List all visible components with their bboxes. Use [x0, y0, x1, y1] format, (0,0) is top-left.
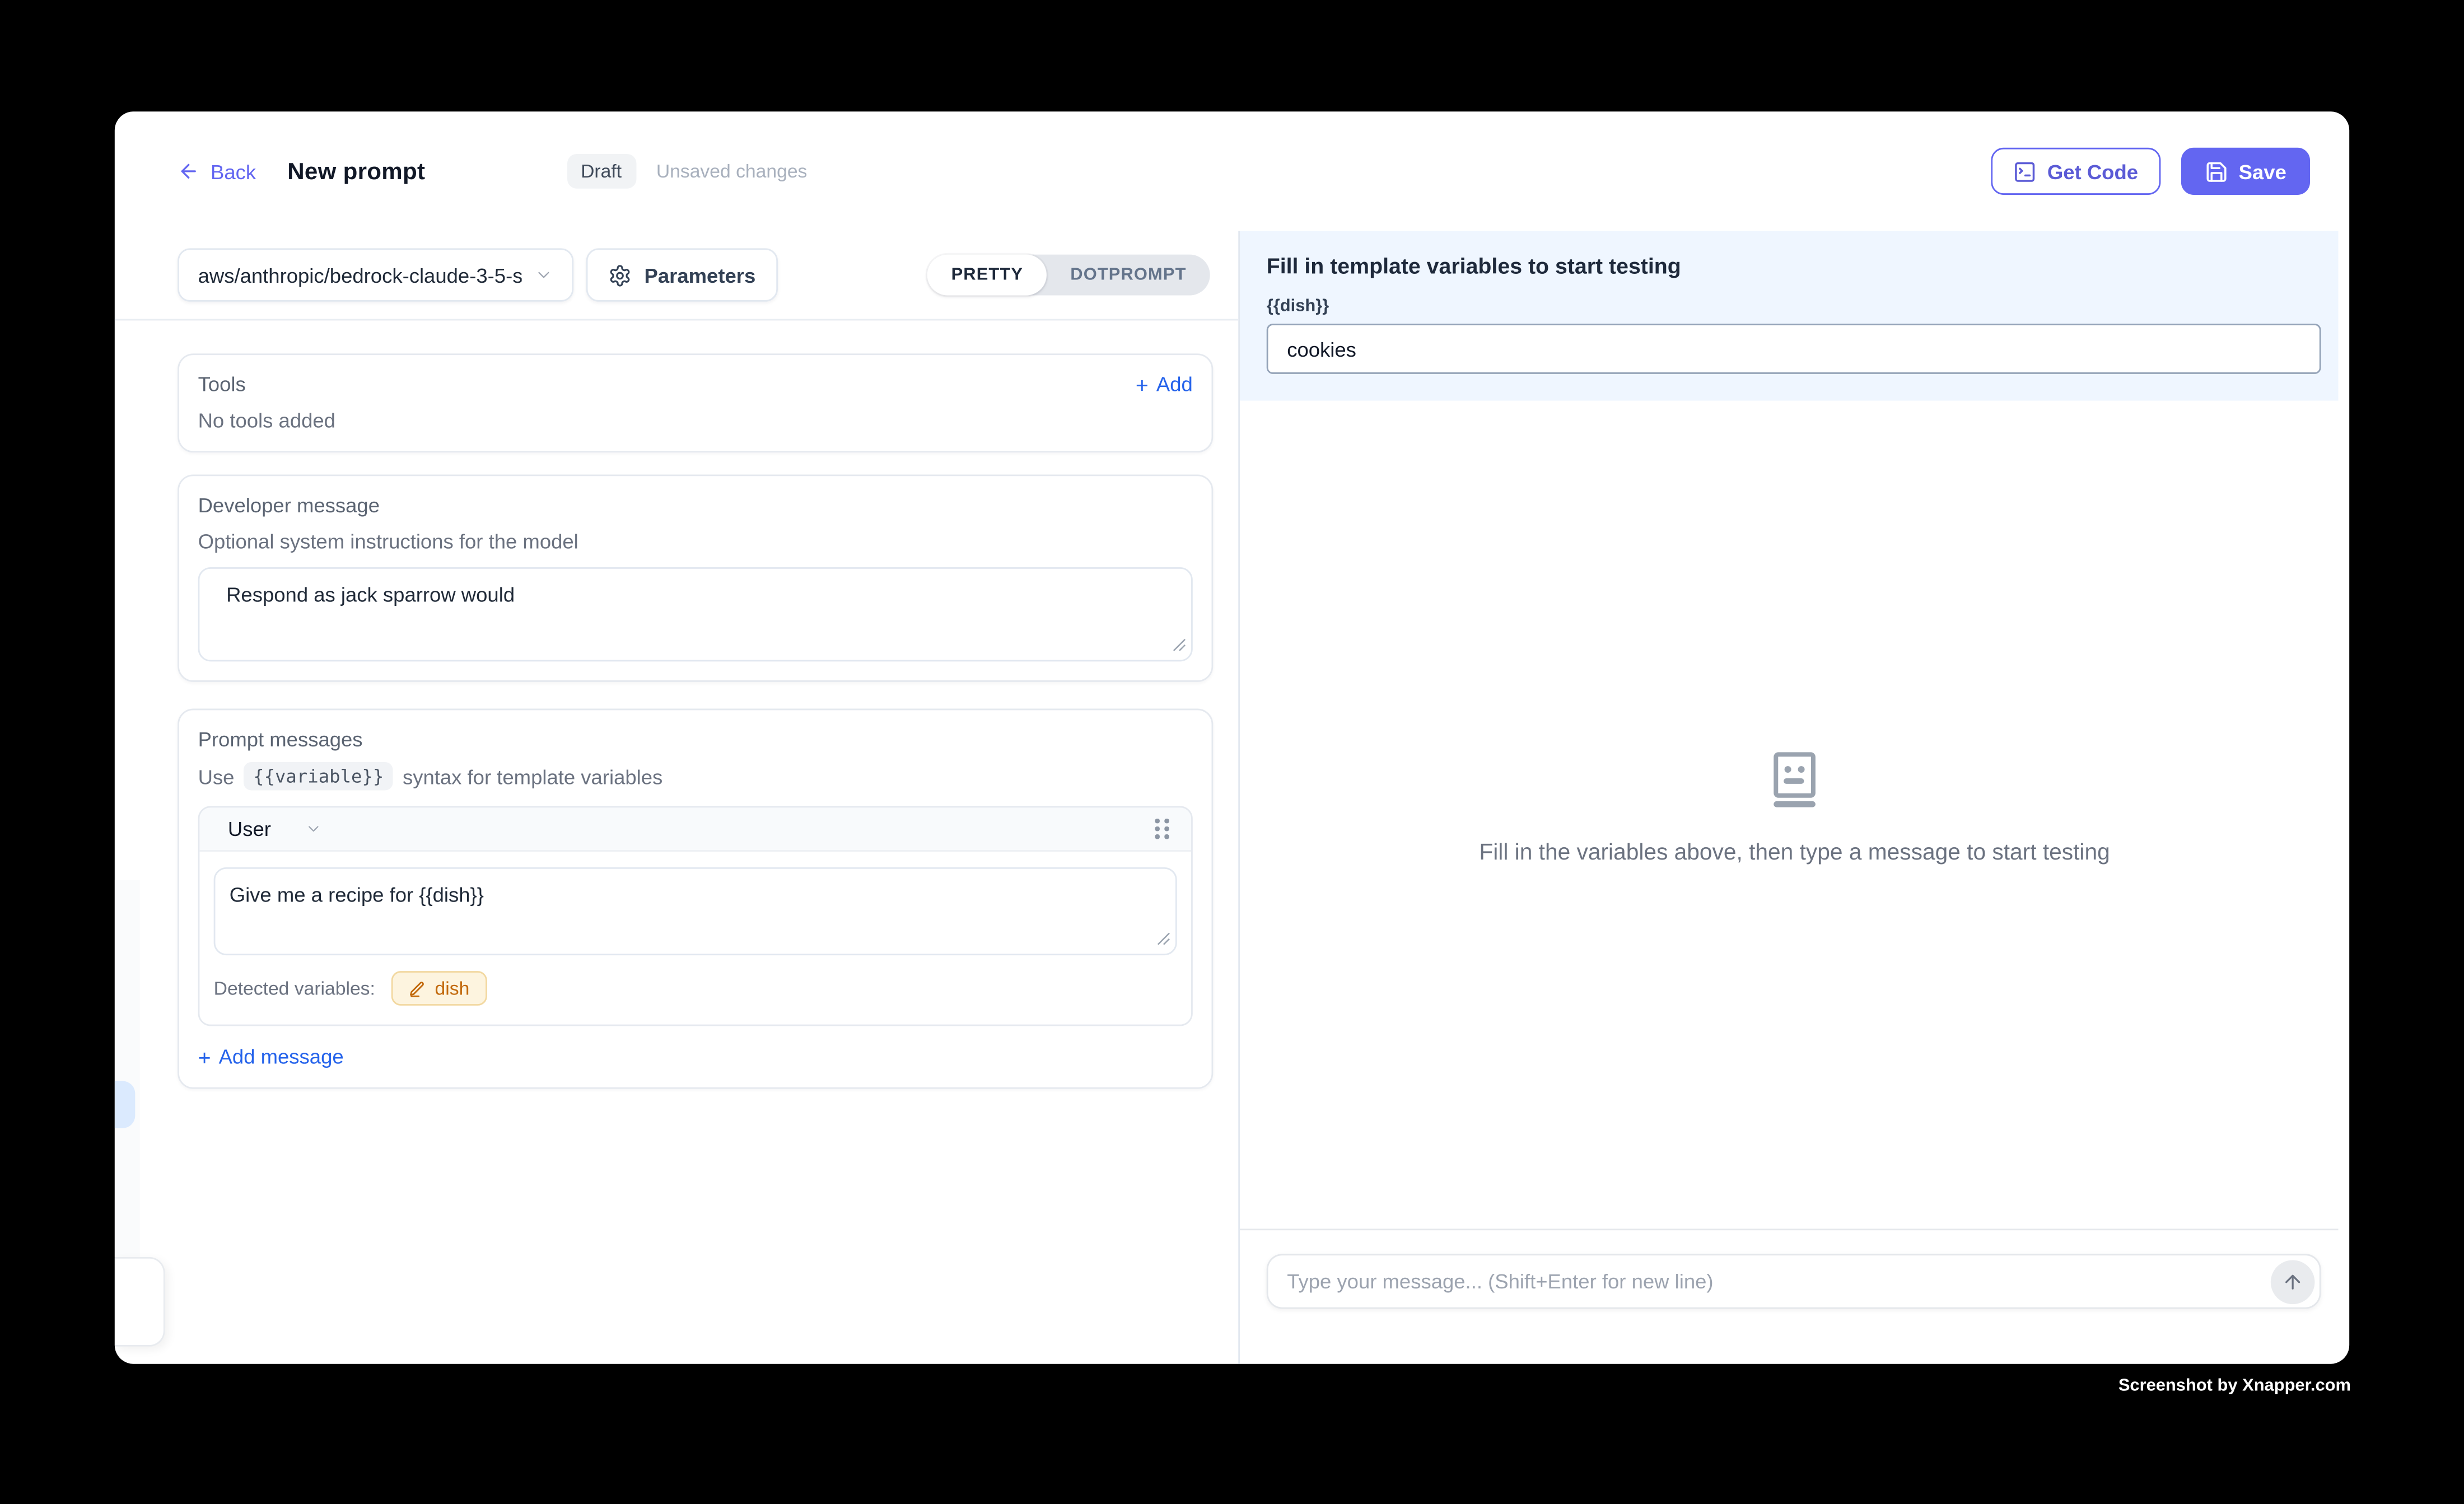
- chevron-down-icon: [534, 265, 553, 284]
- editor-toolbar: aws/anthropic/bedrock-claude-3-5-s... Pa…: [115, 231, 1238, 320]
- prompt-message-block: User Give me a recipe for {{dish}}: [198, 806, 1193, 1026]
- resize-handle-icon[interactable]: [1156, 932, 1170, 946]
- status-badge: Draft: [567, 154, 636, 189]
- save-button[interactable]: Save: [2181, 148, 2310, 195]
- variable-syntax-chip: {{variable}}: [244, 762, 393, 791]
- add-tool-button[interactable]: + Add: [1136, 372, 1193, 396]
- subtitle-prefix: Use: [198, 764, 235, 788]
- developer-message-subtitle: Optional system instructions for the mod…: [198, 530, 1193, 553]
- gear-icon: [608, 263, 632, 287]
- message-header: User: [199, 807, 1191, 852]
- chevron-down-icon: [306, 820, 323, 838]
- back-button[interactable]: Back: [178, 160, 256, 183]
- toggle-option-pretty[interactable]: PRETTY: [927, 255, 1047, 296]
- arrow-up-icon: [2281, 1271, 2303, 1292]
- header-actions: Get Code Save: [1991, 148, 2310, 195]
- bot-face-icon: [1765, 749, 1824, 809]
- get-code-button[interactable]: Get Code: [1991, 148, 2160, 195]
- back-label: Back: [211, 160, 256, 183]
- variable-badge-label: dish: [435, 977, 470, 999]
- page-title: New prompt: [287, 158, 425, 185]
- tools-card: Tools + Add No tools added: [178, 353, 1213, 452]
- add-tool-label: Add: [1156, 372, 1193, 396]
- arrow-left-icon: [178, 160, 199, 182]
- variables-section-title: Fill in template variables to start test…: [1267, 253, 2321, 278]
- variable-value-input[interactable]: [1267, 324, 2321, 374]
- toggle-option-dotprompt[interactable]: DOTPROMPT: [1047, 255, 1210, 296]
- model-selector-value: aws/anthropic/bedrock-claude-3-5-s...: [198, 263, 522, 287]
- terminal-icon: [2013, 160, 2036, 183]
- detected-variables-row: Detected variables: dish: [214, 955, 1177, 1015]
- screenshot-stage: Back New prompt Draft Unsaved changes Ge…: [0, 0, 2464, 1503]
- drag-handle-icon[interactable]: [1155, 819, 1169, 839]
- developer-message-card: Developer message Optional system instru…: [178, 474, 1213, 681]
- editor-column: aws/anthropic/bedrock-claude-3-5-s... Pa…: [115, 231, 1238, 1363]
- message-content-textarea[interactable]: Give me a recipe for {{dish}}: [214, 867, 1177, 955]
- template-variables-section: Fill in template variables to start test…: [1240, 231, 2338, 400]
- view-toggle: PRETTY DOTPROMPT: [927, 255, 1210, 296]
- app-body: aws/anthropic/bedrock-claude-3-5-s... Pa…: [115, 231, 2349, 1363]
- tools-card-title: Tools: [198, 372, 246, 396]
- chat-message-input[interactable]: [1267, 1254, 2321, 1309]
- chat-empty-state-text: Fill in the variables above, then type a…: [1479, 840, 2110, 865]
- chat-footer: [1240, 1229, 2338, 1363]
- prompt-editor-window: Back New prompt Draft Unsaved changes Ge…: [115, 111, 2349, 1363]
- send-message-button[interactable]: [2271, 1259, 2315, 1304]
- sidebar-active-item-peek: [115, 1081, 135, 1128]
- status-group: Draft Unsaved changes: [567, 154, 808, 189]
- save-icon: [2204, 160, 2228, 183]
- variable-name-label: {{dish}}: [1267, 297, 2321, 316]
- chat-area: Fill in the variables above, then type a…: [1240, 401, 2349, 1229]
- add-message-label: Add message: [219, 1045, 344, 1068]
- detected-variables-label: Detected variables:: [214, 977, 375, 999]
- test-panel: Fill in template variables to start test…: [1238, 231, 2349, 1363]
- developer-message-title: Developer message: [198, 493, 1193, 517]
- unsaved-changes-text: Unsaved changes: [656, 160, 808, 182]
- prompt-messages-subtitle: Use {{variable}} syntax for template var…: [198, 762, 1193, 791]
- message-role-select[interactable]: User: [228, 817, 323, 840]
- developer-message-textarea[interactable]: Respond as jack sparrow would: [198, 567, 1193, 661]
- get-code-label: Get Code: [2047, 160, 2138, 183]
- plus-icon: +: [198, 1045, 211, 1067]
- tools-empty-text: No tools added: [198, 409, 1193, 432]
- parameters-button[interactable]: Parameters: [586, 248, 778, 301]
- save-label: Save: [2239, 160, 2286, 183]
- parameters-label: Parameters: [645, 263, 756, 287]
- watermark-text: Screenshot by Xnapper.com: [2118, 1376, 2351, 1395]
- variable-badge-dish[interactable]: dish: [391, 971, 487, 1006]
- sidebar-edge-strip: [115, 880, 140, 1257]
- pencil-icon: [408, 980, 426, 997]
- message-body: Give me a recipe for {{dish}} Detected v…: [199, 852, 1191, 1025]
- message-role-value: User: [228, 817, 271, 840]
- header: Back New prompt Draft Unsaved changes Ge…: [115, 111, 2349, 231]
- resize-handle-icon[interactable]: [1172, 638, 1186, 652]
- editor-scroll-area: Tools + Add No tools added Developer mes…: [115, 320, 1238, 1363]
- floating-panel-peek: [115, 1257, 165, 1347]
- model-selector[interactable]: aws/anthropic/bedrock-claude-3-5-s...: [178, 248, 573, 301]
- plus-icon: +: [1136, 373, 1149, 395]
- subtitle-suffix: syntax for template variables: [403, 764, 662, 788]
- prompt-messages-card: Prompt messages Use {{variable}} syntax …: [178, 709, 1213, 1089]
- add-message-button[interactable]: + Add message: [198, 1045, 344, 1068]
- prompt-messages-title: Prompt messages: [198, 727, 1193, 751]
